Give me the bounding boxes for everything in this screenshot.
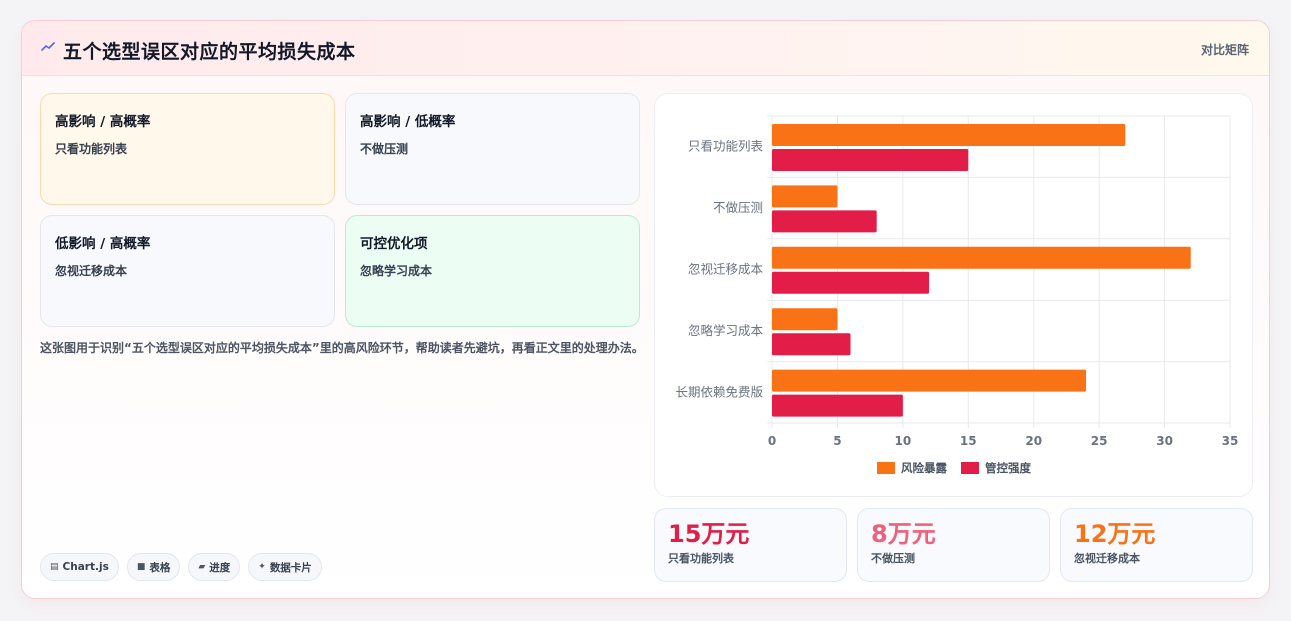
quadrant-title: 高影响 / 低概率 — [360, 114, 456, 130]
chart-icon: ▤ — [50, 562, 59, 572]
y-category-label: 只看功能列表 — [688, 139, 764, 154]
legend-label: 管控强度 — [985, 461, 1031, 475]
description-text: 这张图用于识别“五个选型误区对应的平均损失成本”里的高风险环节，帮助读者先避坑，… — [40, 341, 644, 355]
compare-matrix-link[interactable]: 对比矩阵 — [1201, 41, 1249, 58]
y-category-label: 忽视迁移成本 — [688, 262, 764, 277]
tag-chartjs[interactable]: ▤ Chart.js — [40, 553, 119, 581]
y-category-label: 不做压测 — [713, 200, 763, 215]
sparkle-icon: ✦ — [258, 562, 266, 572]
x-tick-label: 30 — [1156, 434, 1173, 448]
quadrant-item: 只看功能列表 — [55, 142, 128, 156]
main-card: 五个选型误区对应的平均损失成本 对比矩阵 高影响 / 高概率 只看功能列表 高影… — [21, 20, 1270, 599]
quadrant-controllable: 可控优化项 忽略学习成本 — [345, 215, 640, 327]
stat-label: 不做压测 — [871, 552, 915, 565]
legend-label: 风险暴露 — [901, 461, 947, 475]
chart-card: 0 5 10 15 20 25 30 35 只看功能列表不做压测忽视迁移成本 忽略学习成本长期依赖… — [654, 93, 1253, 497]
tag-list: ▤ Chart.js ■ 表格 ▰ 进度 ✦ 数据卡片 — [40, 553, 322, 581]
quadrant-title: 可控优化项 — [360, 236, 428, 252]
bar-chart: 0 5 10 15 20 25 30 35 只看功能列表不做压测忽视迁移成本忽略学习成本长期依赖… — [675, 115, 1239, 475]
bar-risk-exposure — [772, 124, 1126, 146]
stat-card: 15万元 只看功能列表 — [654, 508, 847, 582]
tag-progress[interactable]: ▰ 进度 — [188, 553, 241, 581]
bar-risk-exposure — [772, 369, 1087, 392]
x-tick-label: 10 — [895, 434, 912, 448]
stat-value: 12万元 — [1074, 520, 1156, 548]
stat-value: 8万元 — [871, 520, 936, 548]
stat-label: 只看功能列表 — [668, 552, 734, 565]
x-tick-label: 35 — [1222, 434, 1239, 448]
bar-control-strength — [772, 394, 903, 417]
legend-swatch — [877, 462, 895, 474]
bar-control-strength — [772, 210, 877, 233]
x-tick-label: 5 — [833, 434, 841, 448]
legend-swatch — [961, 462, 979, 474]
tag-table[interactable]: ■ 表格 — [126, 553, 181, 581]
bar-risk-exposure — [772, 308, 838, 331]
bar-risk-exposure — [772, 246, 1191, 269]
page-title: 五个选型误区对应的平均损失成本 — [63, 41, 356, 63]
tag-label: 表格 — [149, 561, 171, 574]
quadrant-item: 忽视迁移成本 — [55, 264, 128, 278]
quadrant-title: 低影响 / 高概率 — [55, 236, 151, 252]
quadrant-item: 不做压测 — [360, 142, 409, 156]
quadrant-high-impact-high-prob: 高影响 / 高概率 只看功能列表 — [40, 93, 335, 205]
x-tick-label: 15 — [960, 434, 977, 448]
quadrant-low-impact-high-prob: 低影响 / 高概率 忽视迁移成本 — [40, 215, 335, 327]
bar-control-strength — [772, 333, 851, 356]
x-tick-label: 25 — [1091, 434, 1108, 448]
tag-label: Chart.js — [62, 561, 109, 573]
bar-risk-exposure — [772, 185, 838, 208]
quadrant-item: 忽略学习成本 — [360, 264, 433, 278]
stat-label: 忽视迁移成本 — [1074, 552, 1140, 565]
trend-icon — [41, 42, 55, 51]
bar-control-strength — [772, 271, 930, 294]
bar-control-strength — [772, 149, 969, 171]
progress-icon: ▰ — [198, 562, 206, 572]
y-category-label: 长期依赖免费版 — [675, 384, 763, 399]
stat-card: 8万元 不做压测 — [857, 508, 1050, 582]
x-tick-label: 0 — [768, 434, 776, 448]
table-icon: ■ — [136, 562, 146, 572]
quadrant-title: 高影响 / 高概率 — [55, 114, 151, 130]
stat-card: 12万元 忽视迁移成本 — [1060, 508, 1253, 582]
tag-data-card[interactable]: ✦ 数据卡片 — [248, 553, 322, 581]
x-tick-label: 20 — [1025, 434, 1042, 448]
card-header: 五个选型误区对应的平均损失成本 对比矩阵 — [22, 21, 1269, 76]
tag-label: 数据卡片 — [269, 561, 312, 574]
y-category-label: 忽略学习成本 — [688, 323, 764, 338]
quadrant-high-impact-low-prob: 高影响 / 低概率 不做压测 — [345, 93, 640, 205]
tag-label: 进度 — [209, 561, 231, 574]
stat-value: 15万元 — [668, 520, 750, 548]
